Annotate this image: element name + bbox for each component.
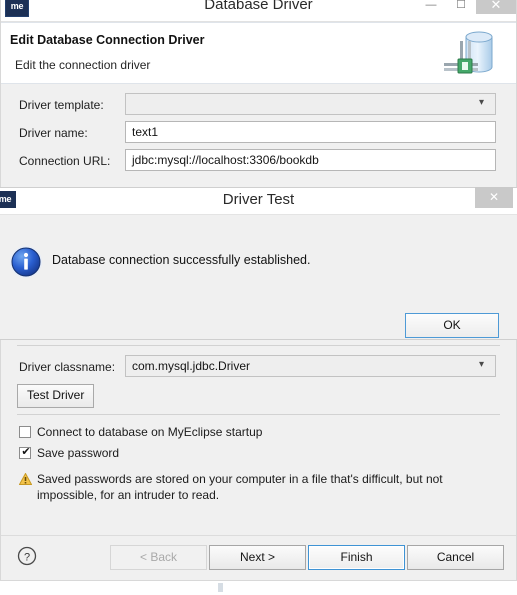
driver-test-body: Database connection successfully establi… bbox=[0, 215, 517, 341]
help-icon[interactable]: ? bbox=[17, 546, 37, 566]
password-warning-row: Saved passwords are stored on your compu… bbox=[1, 471, 516, 503]
driver-name-input[interactable]: text1 bbox=[125, 121, 496, 143]
svg-text:?: ? bbox=[24, 552, 30, 564]
database-connection-icon bbox=[444, 31, 493, 74]
driver-test-title: Driver Test bbox=[222, 191, 295, 208]
driver-template-label: Driver template: bbox=[19, 98, 104, 112]
driver-template-row: Driver template: ▾ bbox=[1, 92, 516, 120]
driver-test-message: Database connection successfully establi… bbox=[52, 253, 311, 267]
driver-name-label: Driver name: bbox=[19, 126, 88, 140]
wizard-buttons: < Back Next > Finish Cancel bbox=[110, 545, 504, 570]
connection-url-input[interactable]: jdbc:mysql://localhost:3306/bookdb bbox=[125, 149, 496, 171]
connect-on-startup-row[interactable]: Connect to database on MyEclipse startup bbox=[1, 423, 516, 444]
driver-name-row: Driver name: text1 bbox=[1, 120, 516, 148]
banner-title: Edit Database Connection Driver bbox=[10, 33, 205, 47]
close-icon[interactable]: ✕ bbox=[476, 0, 516, 14]
connect-on-startup-checkbox[interactable] bbox=[19, 426, 31, 438]
window-titlebar: me Database Driver — ☐ ✕ bbox=[1, 0, 516, 22]
warning-icon bbox=[19, 473, 32, 485]
test-driver-row: Test Driver bbox=[1, 384, 516, 414]
chevron-down-icon: ▾ bbox=[479, 97, 485, 108]
connect-on-startup-label: Connect to database on MyEclipse startup bbox=[37, 425, 263, 439]
window-bottom-strip bbox=[0, 581, 517, 595]
info-icon bbox=[10, 246, 42, 278]
finish-button[interactable]: Finish bbox=[308, 545, 405, 570]
driver-classname-row: Driver classname: com.mysql.jdbc.Driver … bbox=[1, 354, 516, 382]
wizard-footer: ? < Back Next > Finish Cancel bbox=[1, 535, 516, 580]
connection-form-top: Driver template: ▾ Driver name: text1 Co… bbox=[1, 84, 516, 172]
driver-test-dialog: me Driver Test ✕ Database connection suc… bbox=[0, 187, 517, 340]
save-password-row[interactable]: Save password bbox=[1, 444, 516, 465]
save-password-checkbox[interactable] bbox=[19, 445, 32, 459]
banner-subtitle: Edit the connection driver bbox=[15, 58, 151, 72]
ok-button[interactable]: OK bbox=[405, 313, 499, 338]
save-password-label: Save password bbox=[37, 446, 120, 460]
divider-above-classname bbox=[17, 345, 500, 346]
password-warning-text: Saved passwords are stored on your compu… bbox=[37, 472, 443, 502]
connection-form-lower: Driver classname: com.mysql.jdbc.Driver … bbox=[1, 354, 516, 503]
connection-url-label: Connection URL: bbox=[19, 154, 111, 168]
maximize-icon[interactable]: ☐ bbox=[446, 0, 476, 14]
window-resize-nub bbox=[218, 583, 223, 592]
minimize-icon[interactable]: — bbox=[416, 0, 446, 14]
driver-classname-combobox[interactable]: com.mysql.jdbc.Driver ▾ bbox=[125, 355, 496, 377]
next-button[interactable]: Next > bbox=[209, 545, 306, 570]
wizard-banner: Edit Database Connection Driver Edit the… bbox=[1, 22, 516, 84]
cancel-button[interactable]: Cancel bbox=[407, 545, 504, 570]
driver-template-combobox[interactable]: ▾ bbox=[125, 93, 496, 115]
window-controls: — ☐ ✕ bbox=[416, 0, 516, 14]
connection-url-row: Connection URL: jdbc:mysql://localhost:3… bbox=[1, 148, 516, 176]
close-icon[interactable]: ✕ bbox=[475, 187, 513, 208]
options-spacer bbox=[1, 415, 516, 423]
driver-classname-label: Driver classname: bbox=[19, 360, 116, 374]
back-button[interactable]: < Back bbox=[110, 545, 207, 570]
chevron-down-icon: ▾ bbox=[479, 359, 485, 370]
test-driver-button[interactable]: Test Driver bbox=[17, 384, 95, 408]
driver-test-titlebar: me Driver Test ✕ bbox=[0, 187, 517, 215]
